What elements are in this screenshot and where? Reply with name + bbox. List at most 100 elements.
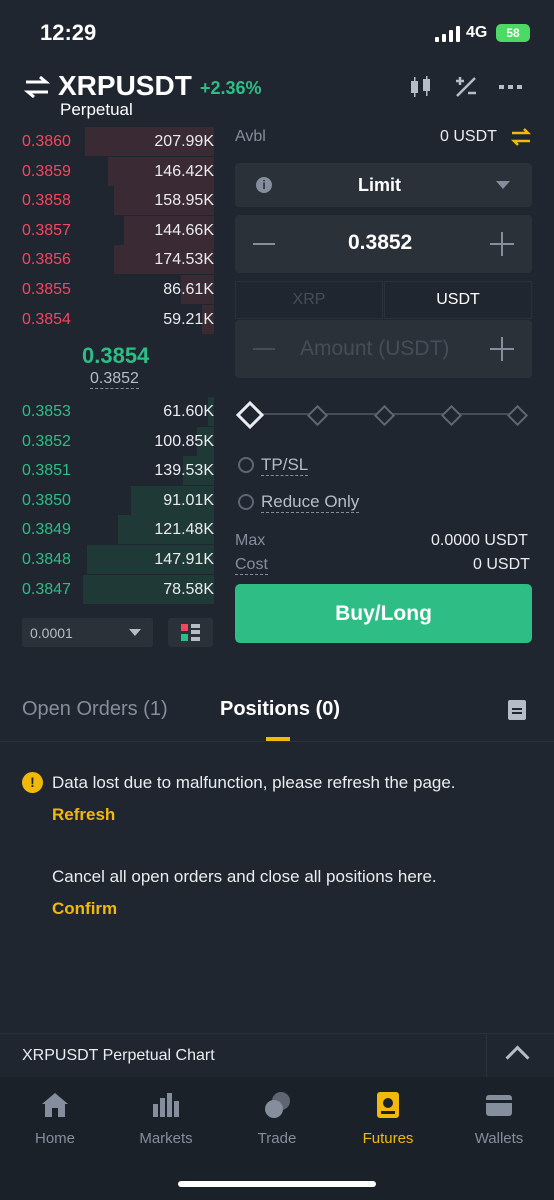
bid-row[interactable]: 0.3847 78.58K (22, 574, 214, 604)
unit-tab-xrp[interactable]: XRP (235, 281, 383, 319)
chevron-down-icon (129, 629, 141, 636)
warning-icon: ! (22, 772, 43, 793)
ask-qty: 86.61K (163, 281, 214, 298)
ask-qty: 144.66K (154, 221, 214, 239)
amount-placeholder[interactable]: Amount (USDT) (300, 337, 449, 361)
trade-icon[interactable] (262, 1090, 292, 1120)
cost-label[interactable]: Cost (235, 556, 268, 575)
ask-row[interactable]: 0.3860 207.99K (22, 127, 214, 156)
mark-price[interactable]: 0.3852 (90, 370, 139, 389)
home-icon[interactable] (40, 1090, 70, 1120)
more-icon[interactable] (498, 74, 524, 100)
ask-price: 0.3860 (22, 133, 71, 150)
ask-row[interactable]: 0.3857 144.66K (22, 215, 214, 245)
amount-plus-icon-v[interactable] (501, 337, 503, 361)
bid-qty: 78.58K (163, 580, 214, 598)
status-time: 12:29 (40, 20, 97, 45)
document-icon[interactable] (507, 699, 527, 721)
ask-qty: 174.53K (154, 251, 214, 269)
bid-row[interactable]: 0.3851 139.53K (22, 456, 214, 486)
avbl-label: Avbl (235, 128, 266, 145)
price-value[interactable]: 0.3852 (348, 231, 412, 255)
precision-value: 0.0001 (30, 625, 73, 641)
slider-node-25[interactable] (306, 404, 329, 427)
chevron-down-icon (496, 181, 510, 189)
network-label: 4G (466, 24, 488, 41)
unit-tab-usdt[interactable]: USDT (384, 281, 532, 319)
precision-select[interactable]: 0.0001 (22, 618, 153, 647)
book-layout-icon[interactable] (168, 618, 213, 647)
battery-icon: 58 (496, 24, 530, 42)
swap-pair-icon[interactable] (24, 74, 50, 100)
nav-futures[interactable]: Futures (338, 1130, 438, 1147)
candlestick-icon[interactable] (408, 74, 434, 100)
bid-price: 0.3848 (22, 551, 71, 568)
nav-home[interactable]: Home (5, 1130, 105, 1147)
tpsl-radio[interactable] (238, 457, 254, 473)
ask-price: 0.3859 (22, 162, 71, 180)
tabs-divider (0, 741, 554, 742)
bid-row[interactable]: 0.3849 121.48K (22, 515, 214, 545)
signal-icon (435, 26, 461, 42)
ask-price: 0.3856 (22, 251, 71, 269)
price-plus-icon-v[interactable] (501, 232, 503, 256)
ask-row[interactable]: 0.3854 59.21K (22, 304, 214, 334)
slider-node-50[interactable] (373, 404, 396, 427)
buy-long-button[interactable]: Buy/Long (235, 584, 532, 643)
wallets-icon[interactable] (484, 1090, 514, 1120)
bid-price: 0.3853 (22, 403, 71, 420)
ask-row[interactable]: 0.3855 86.61K (22, 275, 214, 304)
tpsl-label[interactable]: TP/SL (261, 455, 309, 476)
ask-qty: 158.95K (154, 192, 214, 210)
confirm-link[interactable]: Confirm (52, 899, 117, 919)
reduce-only-label[interactable]: Reduce Only (261, 492, 360, 513)
bid-row[interactable]: 0.3848 147.91K (22, 545, 214, 574)
price-minus-icon[interactable] (253, 243, 275, 245)
slider-node-75[interactable] (440, 404, 463, 427)
chart-divider (486, 1034, 487, 1077)
bid-qty: 139.53K (154, 462, 214, 480)
reduce-only-radio[interactable] (238, 494, 254, 510)
refresh-link[interactable]: Refresh (52, 805, 115, 825)
bid-qty: 91.01K (163, 491, 214, 509)
cost-value: 0 USDT (473, 556, 530, 573)
order-type-label: Limit (358, 175, 401, 195)
futures-icon[interactable] (373, 1090, 403, 1120)
bid-row[interactable]: 0.3853 61.60K (22, 397, 214, 426)
chart-label[interactable]: XRPUSDT Perpetual Chart (22, 1047, 215, 1065)
bid-row[interactable]: 0.3850 91.01K (22, 485, 214, 515)
nav-wallets[interactable]: Wallets (449, 1130, 549, 1147)
pair-title[interactable]: XRPUSDT (58, 70, 192, 102)
slider-thumb[interactable] (235, 400, 265, 430)
bid-price: 0.3849 (22, 521, 71, 539)
info-icon[interactable]: i (256, 177, 272, 193)
transfer-icon[interactable] (510, 126, 532, 148)
error-message: Data lost due to malfunction, please ref… (52, 773, 456, 792)
amount-minus-icon[interactable] (253, 348, 275, 350)
pair-change: +2.36% (200, 78, 262, 98)
markets-icon[interactable] (151, 1090, 181, 1120)
ask-qty: 146.42K (154, 162, 214, 180)
calculator-icon[interactable] (453, 74, 479, 100)
nav-trade[interactable]: Trade (227, 1130, 327, 1147)
max-label: Max (235, 532, 266, 549)
ask-row[interactable]: 0.3858 158.95K (22, 186, 214, 216)
tab-open-orders[interactable]: Open Orders (1) (22, 698, 168, 721)
avbl-value: 0 USDT (440, 128, 497, 145)
ask-row[interactable]: 0.3856 174.53K (22, 245, 214, 275)
bid-price: 0.3852 (22, 432, 71, 450)
ask-qty: 207.99K (154, 133, 214, 150)
bid-price: 0.3851 (22, 462, 71, 480)
bid-qty: 61.60K (163, 403, 214, 420)
last-price[interactable]: 0.3854 (82, 343, 149, 369)
bid-row[interactable]: 0.3852 100.85K (22, 426, 214, 456)
cancel-message: Cancel all open orders and close all pos… (52, 867, 437, 886)
nav-markets[interactable]: Markets (116, 1130, 216, 1147)
bid-price: 0.3847 (22, 580, 71, 598)
slider-node-100[interactable] (506, 404, 529, 427)
bid-qty: 100.85K (154, 432, 214, 450)
ask-price: 0.3854 (22, 310, 71, 328)
tab-positions[interactable]: Positions (0) (220, 698, 340, 721)
ask-row[interactable]: 0.3859 146.42K (22, 156, 214, 186)
ask-price: 0.3855 (22, 281, 71, 298)
